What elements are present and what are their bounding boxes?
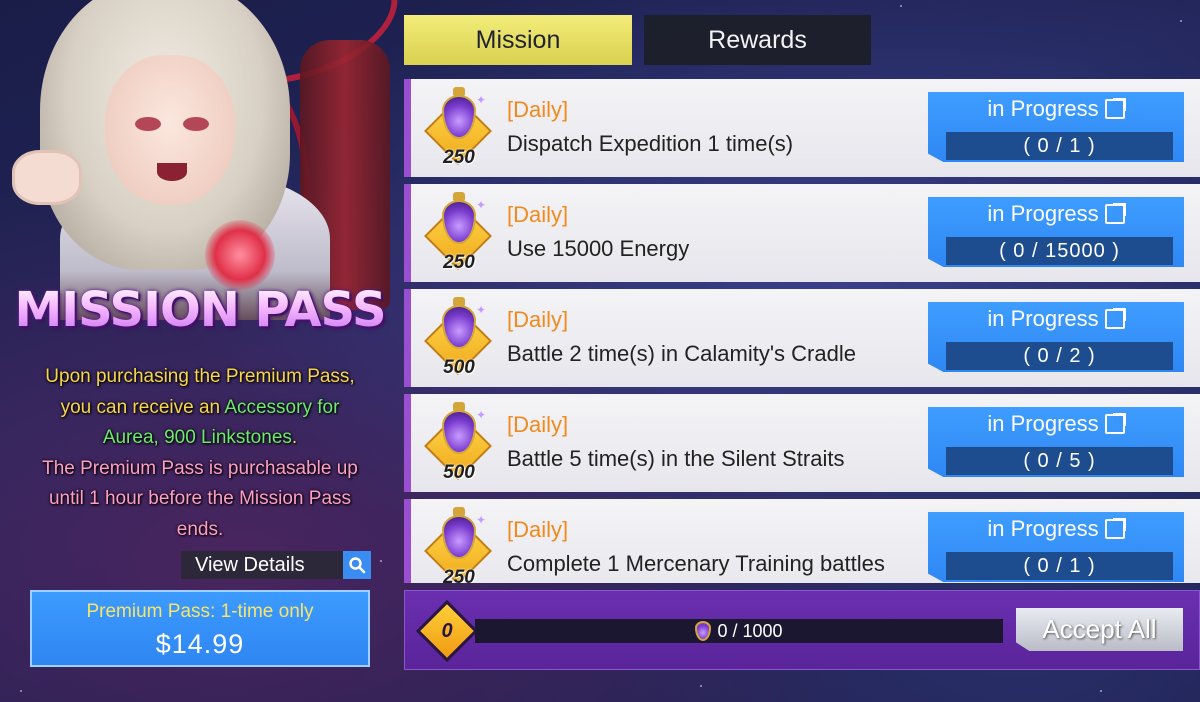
status-label: in Progress xyxy=(987,306,1099,331)
external-link-icon xyxy=(1104,413,1126,434)
reward-amount: 500 xyxy=(443,462,475,483)
mission-points-bar: 0 0 / 1000 Accept All xyxy=(404,590,1200,670)
tab-rewards[interactable]: Rewards xyxy=(644,15,871,65)
reward-amount: 250 xyxy=(443,567,475,583)
mission-list[interactable]: ✦ 250 [Daily] Dispatch Expedition 1 time… xyxy=(404,76,1200,583)
mission-description: Battle 5 time(s) in the Silent Straits xyxy=(507,446,845,471)
external-link-icon xyxy=(1104,98,1126,119)
mission-description: Dispatch Expedition 1 time(s) xyxy=(507,131,794,156)
premium-pass-price: $14.99 xyxy=(155,629,245,659)
accept-all-button[interactable]: Accept All xyxy=(1016,608,1183,651)
premium-pass-purchase-button[interactable]: Premium Pass: 1-time only $14.99 xyxy=(30,590,370,667)
premium-pass-label: Premium Pass: 1-time only xyxy=(86,601,314,622)
in-progress-button[interactable]: in Progress ( 0 / 2 ) xyxy=(928,302,1184,372)
mission-category: [Daily] xyxy=(507,202,569,227)
in-progress-button[interactable]: in Progress ( 0 / 1 ) xyxy=(928,512,1184,582)
status-label: in Progress xyxy=(987,96,1099,121)
mission-progress: ( 0 / 5 ) xyxy=(946,447,1173,475)
mission-row: ✦ 500 [Daily] Battle 2 time(s) in Calami… xyxy=(404,289,1200,387)
mission-progress: ( 0 / 15000 ) xyxy=(946,237,1173,265)
mission-category: [Daily] xyxy=(507,412,569,437)
tab-mission[interactable]: Mission xyxy=(404,15,632,65)
character-art xyxy=(0,0,400,320)
in-progress-button[interactable]: in Progress ( 0 / 5 ) xyxy=(928,407,1184,477)
linkstone-flask-icon: ✦ 250 xyxy=(424,87,492,169)
mission-pass-title: MISSION PASS xyxy=(0,282,400,338)
in-progress-button[interactable]: in Progress ( 0 / 1 ) xyxy=(928,92,1184,162)
mission-progress: ( 0 / 1 ) xyxy=(946,552,1173,580)
points-progress-track: 0 / 1000 xyxy=(475,619,1003,643)
character-face xyxy=(105,55,235,205)
linkstone-flask-icon: ✦ 250 xyxy=(424,192,492,274)
view-details-label: View Details xyxy=(195,553,305,576)
mission-row: ✦ 250 [Daily] Use 15000 Energy in Progre… xyxy=(404,184,1200,282)
glowing-gem xyxy=(205,220,275,290)
linkstone-flask-icon: ✦ 250 xyxy=(424,507,492,583)
mission-progress: ( 0 / 1 ) xyxy=(946,132,1173,160)
mission-row: ✦ 500 [Daily] Battle 5 time(s) in the Si… xyxy=(404,394,1200,492)
mission-row: ✦ 250 [Daily] Complete 1 Mercenary Train… xyxy=(404,499,1200,583)
external-link-icon xyxy=(1104,308,1126,329)
mission-progress: ( 0 / 2 ) xyxy=(946,342,1173,370)
points-value: 0 / 1000 xyxy=(717,620,783,641)
reward-amount: 250 xyxy=(443,252,475,273)
status-label: in Progress xyxy=(987,201,1099,226)
status-label: in Progress xyxy=(987,411,1099,436)
reward-amount: 250 xyxy=(443,147,475,168)
mission-description: Battle 2 time(s) in Calamity's Cradle xyxy=(507,341,856,366)
mission-category: [Daily] xyxy=(507,97,569,122)
premium-pass-description: Upon purchasing the Premium Pass, you ca… xyxy=(42,366,358,540)
linkstone-flask-icon xyxy=(695,621,712,641)
view-details-button[interactable]: View Details xyxy=(181,551,371,579)
reward-amount: 500 xyxy=(443,357,475,378)
linkstone-flask-icon: ✦ 500 xyxy=(424,402,492,484)
linkstone-flask-icon: ✦ 500 xyxy=(424,297,492,379)
external-link-icon xyxy=(1104,203,1126,224)
mission-pass-panel: MISSION PASS Upon purchasing the Premium… xyxy=(0,0,400,702)
character-fist xyxy=(12,150,82,205)
search-icon[interactable] xyxy=(343,551,371,579)
external-link-icon xyxy=(1104,518,1126,539)
mission-row: ✦ 250 [Daily] Dispatch Expedition 1 time… xyxy=(404,79,1200,177)
pass-level: 0 xyxy=(441,619,453,642)
mission-description: Use 15000 Energy xyxy=(507,236,690,261)
in-progress-button[interactable]: in Progress ( 0 / 15000 ) xyxy=(928,197,1184,267)
mission-description: Complete 1 Mercenary Training battles xyxy=(507,551,885,576)
status-label: in Progress xyxy=(987,516,1099,541)
mission-category: [Daily] xyxy=(507,517,569,542)
mission-category: [Daily] xyxy=(507,307,569,332)
